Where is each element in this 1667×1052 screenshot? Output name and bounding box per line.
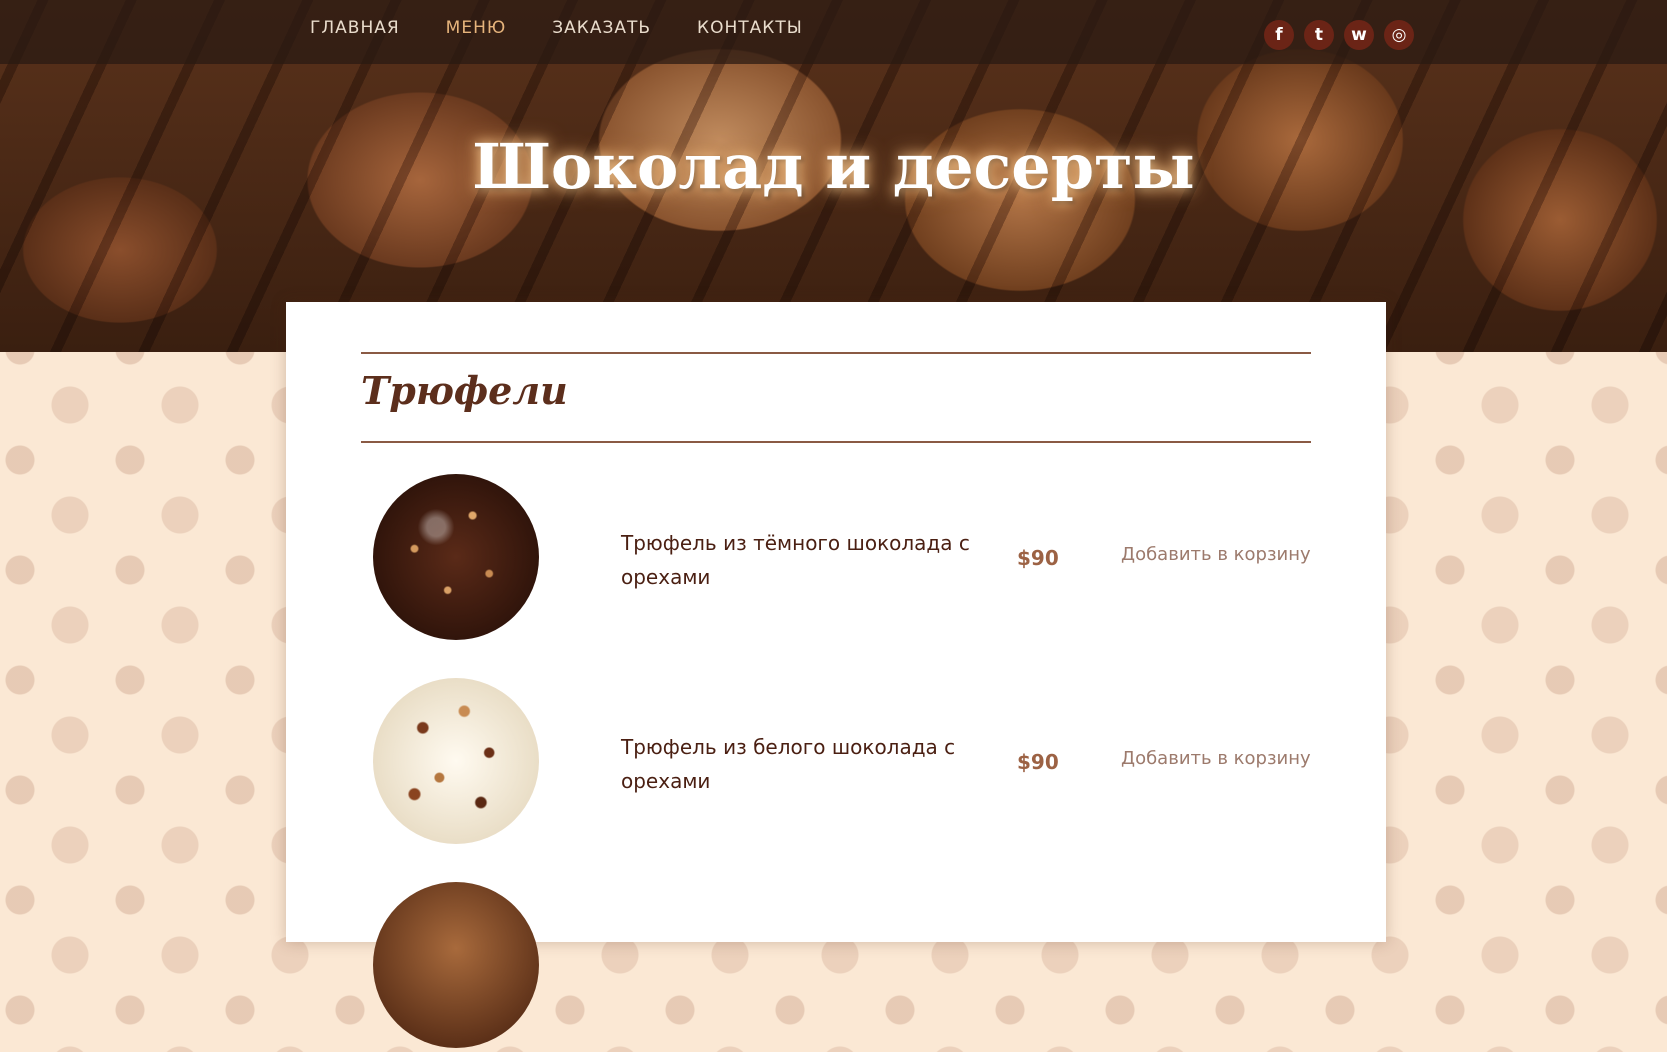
product-item: Трюфель из тёмного шоколада с орехами $9… — [361, 474, 1311, 644]
product-image-milk-truffle — [373, 882, 539, 1048]
nav-item-order[interactable]: ЗАКАЗАТЬ — [552, 18, 651, 38]
product-image-dark-truffle — [373, 474, 539, 640]
nav-item-home[interactable]: ГЛАВНАЯ — [310, 18, 400, 38]
section-divider-bottom — [361, 441, 1311, 443]
product-item: Трюфель из белого шоколада с орехами $90… — [361, 678, 1311, 848]
add-to-cart-button[interactable]: Добавить в корзину — [1121, 544, 1311, 565]
section-divider-top — [361, 352, 1311, 354]
hero-banner: ГЛАВНАЯ МЕНЮ ЗАКАЗАТЬ КОНТАКТЫ f t w ◎ Ш… — [0, 0, 1667, 352]
main-nav: ГЛАВНАЯ МЕНЮ ЗАКАЗАТЬ КОНТАКТЫ — [310, 18, 803, 38]
product-name: Трюфель из белого шоколада с орехами — [621, 735, 956, 793]
nav-item-contacts[interactable]: КОНТАКТЫ — [697, 18, 803, 38]
add-to-cart-button[interactable]: Добавить в корзину — [1121, 748, 1311, 769]
twitter-icon[interactable]: t — [1304, 20, 1334, 50]
product-item — [361, 882, 1311, 1052]
site-title: Шоколад и десерты — [472, 130, 1195, 203]
section-title: Трюфели — [361, 368, 568, 413]
product-price: $90 — [1017, 750, 1059, 774]
top-navbar: ГЛАВНАЯ МЕНЮ ЗАКАЗАТЬ КОНТАКТЫ f t w ◎ — [0, 0, 1667, 64]
nav-item-menu[interactable]: МЕНЮ — [446, 18, 507, 38]
instagram-icon[interactable]: ◎ — [1384, 20, 1414, 50]
social-links: f t w ◎ — [1264, 20, 1414, 50]
facebook-icon[interactable]: f — [1264, 20, 1294, 50]
product-price: $90 — [1017, 546, 1059, 570]
product-name: Трюфель из тёмного шоколада с орехами — [621, 531, 970, 589]
menu-card: Трюфели Трюфель из тёмного шоколада с ор… — [286, 302, 1386, 1048]
whatsapp-icon[interactable]: w — [1344, 20, 1374, 50]
product-image-white-truffle — [373, 678, 539, 844]
